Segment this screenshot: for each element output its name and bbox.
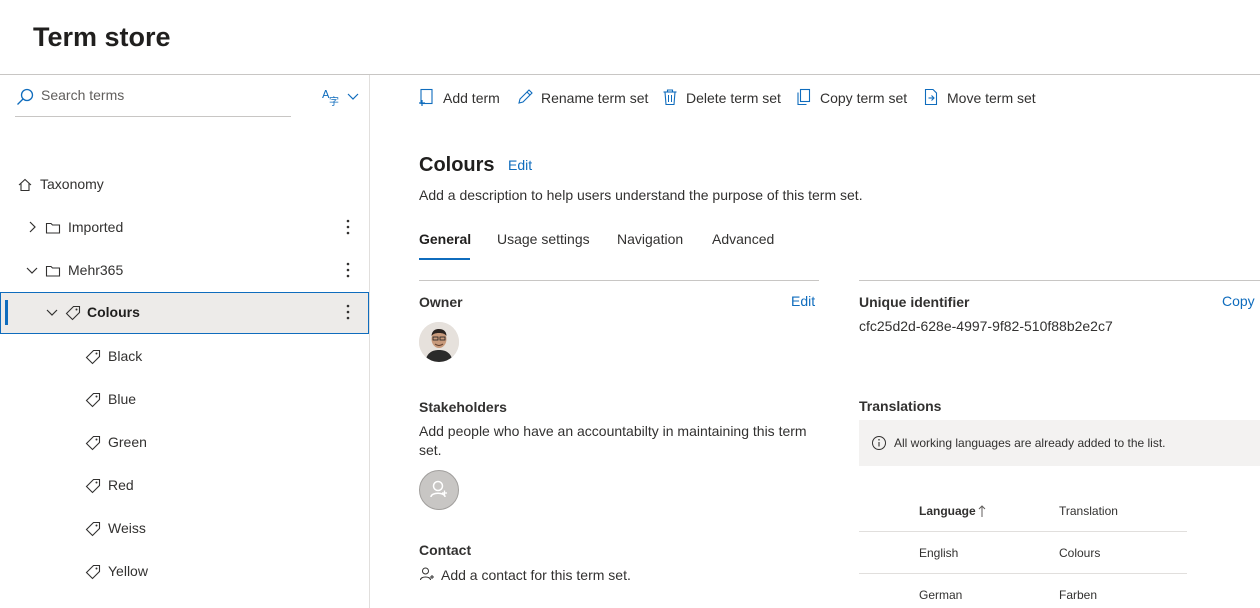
- chevron-right-icon[interactable]: [25, 220, 39, 234]
- tab-navigation[interactable]: Navigation: [617, 231, 683, 247]
- tab-general[interactable]: General: [419, 231, 471, 247]
- rename-term-set-button[interactable]: Rename term set: [516, 88, 648, 108]
- folder-icon: [45, 265, 61, 277]
- tab-usage-settings[interactable]: Usage settings: [497, 231, 590, 247]
- active-tab-indicator: [419, 258, 470, 260]
- copy-identifier-link[interactable]: Copy: [1222, 293, 1255, 309]
- tag-icon: [85, 521, 101, 537]
- term-set-description[interactable]: Add a description to help users understa…: [419, 187, 863, 203]
- chevron-down-icon[interactable]: [25, 263, 39, 277]
- page-header: Term store: [0, 0, 1260, 75]
- home-icon: [18, 178, 32, 192]
- tree-item-imported[interactable]: Imported: [0, 208, 369, 248]
- tree-item-mehr365[interactable]: Mehr365: [0, 251, 369, 291]
- stakeholders-description: Add people who have an accountabilty in …: [419, 423, 807, 439]
- add-person-icon: [420, 567, 434, 581]
- language-cell: German: [919, 588, 963, 602]
- move-icon: [924, 88, 938, 106]
- more-options-icon[interactable]: [340, 259, 356, 281]
- info-icon: [872, 436, 886, 450]
- person-photo-icon: [419, 322, 459, 362]
- search-input[interactable]: Search terms: [41, 87, 124, 103]
- edit-title-link[interactable]: Edit: [508, 157, 532, 173]
- tree-item-label: Yellow: [108, 563, 148, 579]
- translations-label: Translations: [859, 398, 942, 414]
- chevron-down-icon[interactable]: [45, 305, 59, 319]
- tree-item-term[interactable]: Black: [0, 337, 369, 377]
- search-box[interactable]: Search terms: [15, 85, 291, 117]
- tree-item-label: Green: [108, 434, 147, 450]
- more-options-icon[interactable]: [340, 216, 356, 238]
- tree-item-label: Red: [108, 477, 134, 493]
- term-tree-pane: Search terms A 字 Taxonomy Imported Mehr3…: [0, 75, 370, 608]
- section-divider: [419, 280, 819, 281]
- table-header: Language Translation: [859, 490, 1187, 532]
- selection-indicator: [5, 300, 8, 325]
- tag-icon: [65, 305, 81, 321]
- page-title: Term store: [33, 22, 171, 52]
- translate-icon: A 字: [322, 88, 339, 107]
- term-set-title: Colours: [419, 154, 495, 176]
- pencil-icon: [518, 89, 533, 104]
- column-header-translation[interactable]: Translation: [1059, 504, 1118, 518]
- tree-item-term[interactable]: Blue: [0, 380, 369, 420]
- tree-item-label: Blue: [108, 391, 137, 407]
- copy-icon: [797, 88, 811, 106]
- add-contact-text: Add a contact for this term set.: [441, 567, 631, 583]
- tag-icon: [85, 478, 101, 494]
- sort-ascending-icon: [978, 505, 986, 517]
- tree-item-term[interactable]: Weiss: [0, 509, 369, 549]
- tree-item-label: Mehr365: [68, 262, 124, 278]
- add-term-button[interactable]: Add term: [418, 88, 503, 108]
- table-row[interactable]: German Farben: [859, 574, 1187, 608]
- language-cell: English: [919, 546, 959, 560]
- folder-icon: [45, 222, 61, 234]
- copy-term-set-button[interactable]: Copy term set: [795, 88, 909, 108]
- tree-item-label: Imported: [68, 219, 124, 235]
- tree-item-term[interactable]: Red: [0, 466, 369, 506]
- tag-icon: [85, 392, 101, 408]
- tree-item-label: Colours: [87, 304, 140, 320]
- add-contact-button[interactable]: Add a contact for this term set.: [419, 566, 659, 584]
- tag-icon: [85, 349, 101, 365]
- add-stakeholder-button[interactable]: [419, 470, 459, 510]
- owner-avatar[interactable]: [419, 322, 459, 362]
- more-options-icon[interactable]: [340, 301, 356, 323]
- edit-owner-link[interactable]: Edit: [791, 293, 815, 309]
- tag-icon: [85, 564, 101, 580]
- table-row[interactable]: English Colours: [859, 532, 1187, 574]
- column-header-language[interactable]: Language: [919, 504, 976, 518]
- unique-identifier-value: cfc25d2d-628e-4997-9f82-510f88b2e2c7: [859, 318, 1113, 334]
- chevron-down-icon: [347, 93, 359, 100]
- unique-identifier-label: Unique identifier: [859, 294, 970, 310]
- translation-cell: Colours: [1059, 546, 1101, 560]
- tree-item-term[interactable]: Yellow: [0, 552, 369, 592]
- info-message-bar: All working languages are already added …: [859, 420, 1260, 466]
- contact-label: Contact: [419, 542, 472, 558]
- stakeholders-label: Stakeholders: [419, 399, 507, 415]
- translation-cell: Farben: [1059, 588, 1098, 602]
- svg-text:字: 字: [329, 95, 339, 107]
- tree-item-taxonomy[interactable]: Taxonomy: [0, 165, 369, 205]
- stakeholders-description-cont: set.: [419, 442, 442, 458]
- tree-item-colours[interactable]: Colours: [0, 292, 369, 334]
- tree-item-label: Black: [108, 348, 143, 364]
- trash-icon: [663, 89, 677, 106]
- tab-advanced[interactable]: Advanced: [712, 231, 774, 247]
- tree-item-label: Taxonomy: [40, 176, 104, 192]
- info-message-text: All working languages are already added …: [894, 436, 1166, 450]
- move-term-set-button[interactable]: Move term set: [922, 88, 1040, 108]
- add-person-icon: [430, 480, 447, 498]
- tag-icon: [85, 435, 101, 451]
- delete-term-set-button[interactable]: Delete term set: [661, 88, 783, 108]
- section-divider: [859, 280, 1260, 281]
- tree-item-label: Weiss: [108, 520, 146, 536]
- tree-item-term[interactable]: Green: [0, 423, 369, 463]
- language-picker-button[interactable]: A 字: [321, 87, 363, 109]
- search-icon: [17, 88, 34, 105]
- add-term-icon: [419, 88, 433, 106]
- owner-label: Owner: [419, 294, 463, 310]
